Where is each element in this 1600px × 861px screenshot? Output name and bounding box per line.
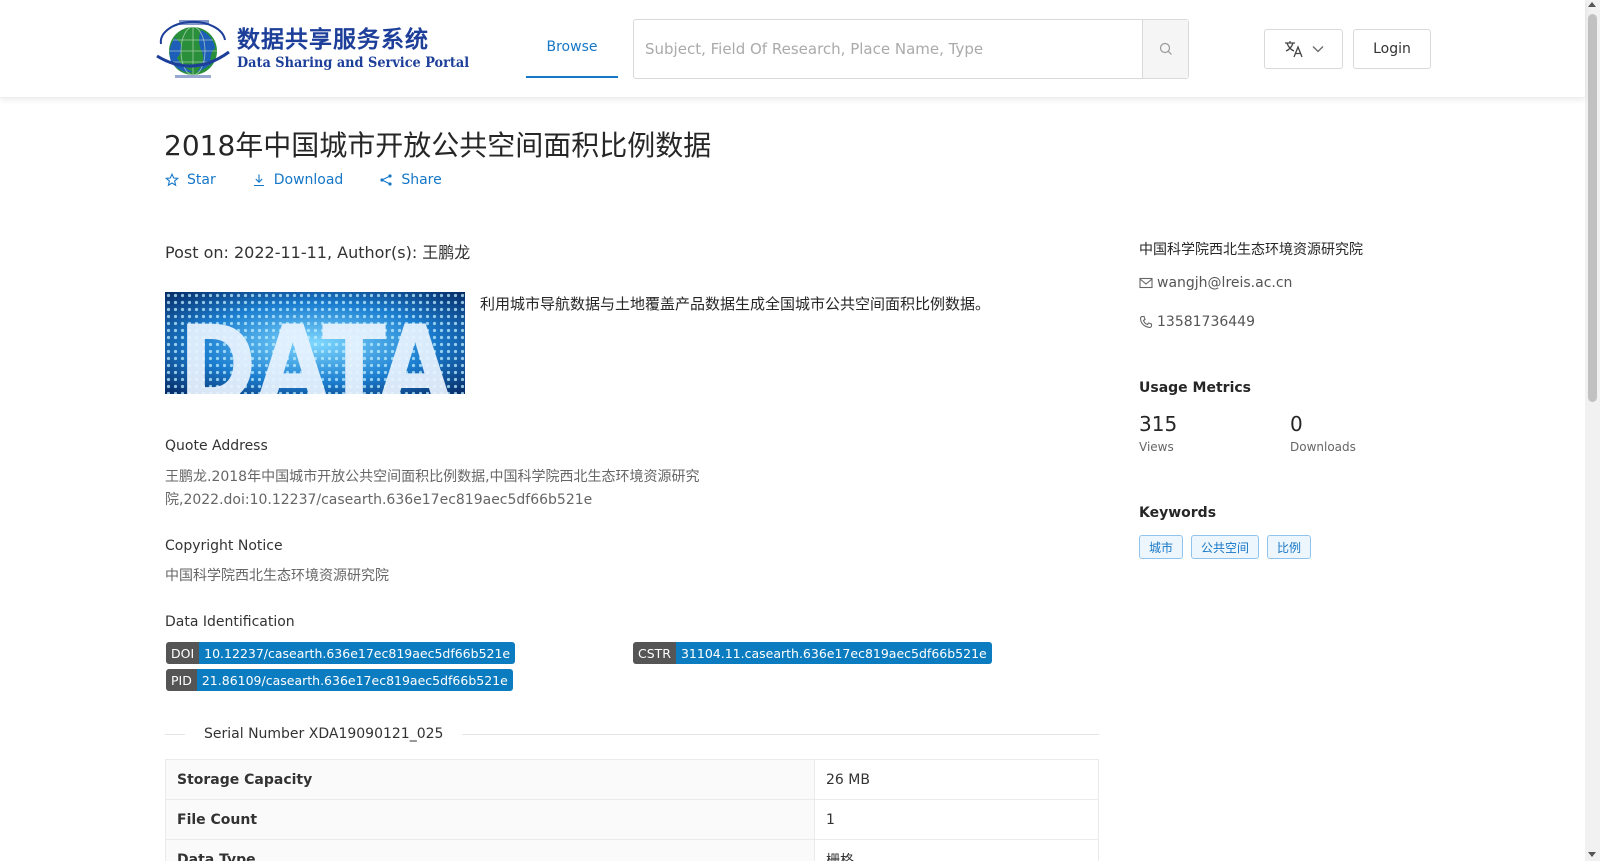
- scrollbar-thumb[interactable]: [1588, 14, 1597, 402]
- quote-address-line-2: 院,2022.doi:10.12237/casearth.636e17ec819…: [165, 492, 593, 508]
- pid-badge-value: 21.86109/casearth.636e17ec819aec5df66b52…: [196, 669, 513, 691]
- keywords-title: Keywords: [1139, 505, 1217, 521]
- search-box: [633, 19, 1189, 79]
- dataset-properties-table: Storage Capacity 26 MB File Count 1 Data…: [165, 759, 1099, 861]
- quote-address-label: Quote Address: [165, 438, 268, 454]
- page-title: 2018年中国城市开放公共空间面积比例数据: [164, 129, 712, 162]
- serial-number-divider: Serial Number XDA19090121_025: [165, 726, 1099, 742]
- table-row: File Count 1: [165, 799, 1099, 840]
- logo-en-title: Data Sharing and Service Portal: [237, 55, 470, 71]
- search-button[interactable]: [1142, 20, 1188, 78]
- star-button[interactable]: Star: [165, 172, 216, 188]
- scroll-up-arrow-icon[interactable]: [1588, 2, 1596, 7]
- table-row: Storage Capacity 26 MB: [165, 759, 1099, 800]
- property-value: 26 MB: [814, 759, 1099, 800]
- site-logo[interactable]: 数据共享服务系统 Data Sharing and Service Portal: [153, 18, 469, 80]
- share-icon: [380, 174, 392, 186]
- share-label: Share: [401, 172, 442, 188]
- views-label: Views: [1139, 440, 1174, 454]
- page-scrollbar[interactable]: [1585, 0, 1600, 861]
- dataset-thumbnail: DATA: [165, 292, 465, 394]
- downloads-metric: 0 Downloads: [1290, 412, 1356, 454]
- search-icon: [1159, 42, 1172, 55]
- cstr-badge[interactable]: CSTR 31104.11.casearth.636e17ec819aec5df…: [633, 642, 992, 664]
- downloads-count: 0: [1290, 412, 1303, 436]
- search-input[interactable]: [634, 20, 1142, 78]
- scroll-down-arrow-icon[interactable]: [1588, 852, 1596, 857]
- keyword-tag[interactable]: 公共空间: [1191, 535, 1260, 559]
- copyright-label: Copyright Notice: [165, 538, 283, 554]
- nav-tab-browse[interactable]: Browse: [526, 20, 618, 78]
- keyword-tag[interactable]: 城市: [1139, 535, 1184, 559]
- quote-address-line-1: 王鹏龙.2018年中国城市开放公共空间面积比例数据,中国科学院西北生态环境资源研…: [165, 469, 700, 485]
- downloads-label: Downloads: [1290, 440, 1356, 454]
- contact-phone: 13581736449: [1139, 314, 1255, 330]
- property-key: Storage Capacity: [165, 759, 815, 800]
- pid-badge[interactable]: PID 21.86109/casearth.636e17ec819aec5df6…: [166, 669, 513, 691]
- copyright-text: 中国科学院西北生态环境资源研究院: [165, 568, 389, 584]
- keyword-tag[interactable]: 比例: [1267, 535, 1312, 559]
- keyword-list: 城市 公共空间 比例: [1139, 535, 1312, 559]
- contact-email[interactable]: wangjh@lreis.ac.cn: [1139, 275, 1292, 291]
- quote-address-text: 王鹏龙.2018年中国城市开放公共空间面积比例数据,中国科学院西北生态环境资源研…: [165, 466, 700, 512]
- phone-text: 13581736449: [1157, 314, 1255, 330]
- globe-logo-icon: [153, 18, 233, 80]
- post-info: Post on: 2022-11-11, Author(s): 王鹏龙: [165, 243, 471, 262]
- doi-badge-value: 10.12237/casearth.636e17ec819aec5df66b52…: [199, 642, 516, 664]
- organization-name: 中国科学院西北生态环境资源研究院: [1139, 242, 1363, 258]
- pid-badge-key: PID: [166, 669, 197, 691]
- dataset-actions: Star Download Share: [165, 172, 478, 188]
- star-icon: [165, 173, 179, 187]
- translate-icon: [1284, 41, 1303, 58]
- views-metric: 315 Views: [1139, 412, 1177, 454]
- email-text: wangjh@lreis.ac.cn: [1157, 275, 1293, 291]
- doi-badge-key: DOI: [166, 642, 200, 664]
- property-value: 1: [814, 799, 1099, 840]
- usage-metrics-title: Usage Metrics: [1139, 380, 1251, 396]
- logo-cn-title: 数据共享服务系统: [237, 27, 429, 53]
- site-header: 数据共享服务系统 Data Sharing and Service Portal…: [0, 0, 1585, 98]
- phone-icon: [1139, 315, 1153, 329]
- star-label: Star: [187, 172, 216, 188]
- download-button[interactable]: Download: [252, 172, 344, 188]
- download-icon: [253, 174, 264, 187]
- share-button[interactable]: Share: [379, 172, 442, 188]
- cstr-badge-value: 31104.11.casearth.636e17ec819aec5df66b52…: [675, 642, 992, 664]
- property-key: Data Type: [165, 839, 815, 861]
- table-row: Data Type 栅格: [165, 839, 1099, 861]
- dataset-description: 利用城市导航数据与土地覆盖产品数据生成全国城市公共空间面积比例数据。: [480, 295, 991, 313]
- serial-number: Serial Number XDA19090121_025: [204, 726, 444, 742]
- language-switcher[interactable]: [1264, 29, 1343, 69]
- download-label: Download: [273, 172, 344, 188]
- chevron-down-icon: [1312, 46, 1323, 53]
- property-value: 栅格: [814, 839, 1099, 861]
- login-button[interactable]: Login: [1353, 29, 1431, 69]
- thumbnail-text: DATA: [178, 302, 451, 394]
- mail-icon: [1139, 277, 1153, 289]
- cstr-badge-key: CSTR: [633, 642, 676, 664]
- doi-badge[interactable]: DOI 10.12237/casearth.636e17ec819aec5df6…: [166, 642, 516, 664]
- property-key: File Count: [165, 799, 815, 840]
- data-identification-label: Data Identification: [165, 614, 295, 630]
- views-count: 315: [1139, 412, 1178, 436]
